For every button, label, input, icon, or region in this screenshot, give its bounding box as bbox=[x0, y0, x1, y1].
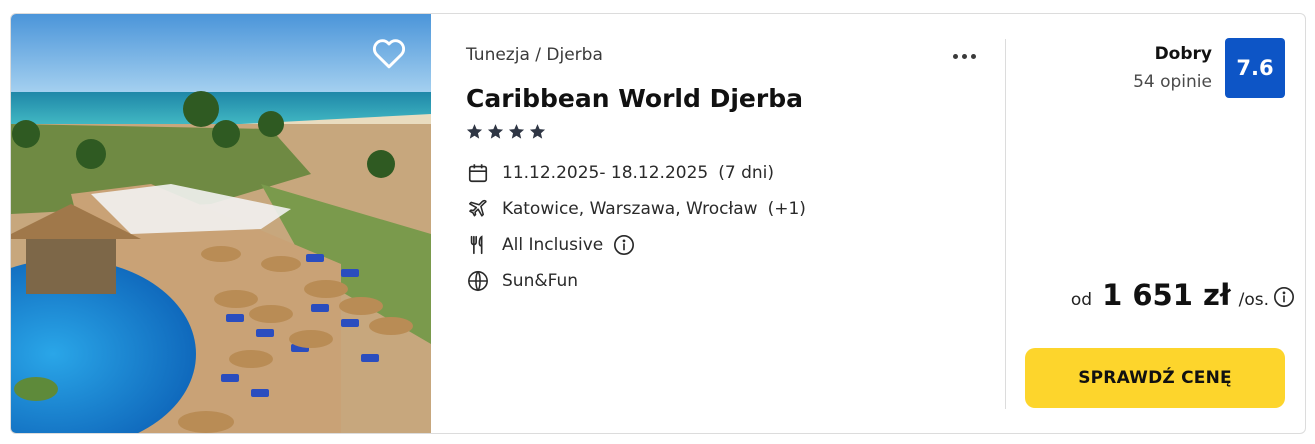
more-airports-badge[interactable]: (+1) bbox=[768, 199, 806, 219]
travel-dates: 11.12.2025- 18.12.2025 bbox=[502, 163, 709, 183]
hotel-photo[interactable] bbox=[11, 14, 431, 433]
star-icon bbox=[487, 124, 504, 139]
rating-label: Dobry bbox=[1154, 44, 1212, 64]
departure-airports: Katowice, Warszawa, Wrocław bbox=[502, 199, 758, 219]
column-divider bbox=[1005, 39, 1006, 409]
airplane-icon bbox=[466, 197, 490, 221]
theme-row: Sun&Fun bbox=[466, 269, 578, 293]
departures-row: Katowice, Warszawa, Wrocław (+1) bbox=[466, 197, 806, 221]
calendar-icon bbox=[466, 161, 490, 185]
more-dots-icon bbox=[952, 53, 976, 59]
star-icon bbox=[508, 124, 525, 139]
price-info-button[interactable] bbox=[1273, 286, 1295, 308]
price-unit: /os. bbox=[1238, 290, 1269, 310]
globe-icon bbox=[466, 269, 490, 293]
hotel-name[interactable]: Caribbean World Djerba bbox=[466, 84, 803, 113]
travel-dates-row: 11.12.2025- 18.12.2025 (7 dni) bbox=[466, 161, 774, 185]
price-prefix: od bbox=[1070, 290, 1093, 310]
check-price-button[interactable]: SPRAWDŹ CENĘ bbox=[1025, 348, 1285, 408]
board-type: All Inclusive bbox=[502, 235, 604, 255]
hotel-stars bbox=[466, 123, 546, 140]
trip-duration: (7 dni) bbox=[718, 163, 774, 183]
reviews-count[interactable]: 54 opinie bbox=[1133, 72, 1212, 92]
heart-icon bbox=[372, 39, 406, 69]
offer-card[interactable]: Tunezja / Djerba Caribbean World Djerba … bbox=[10, 13, 1306, 434]
cutlery-icon bbox=[466, 233, 490, 257]
location-breadcrumb[interactable]: Tunezja / Djerba bbox=[466, 45, 603, 65]
info-icon bbox=[614, 235, 635, 255]
offer-theme: Sun&Fun bbox=[502, 271, 578, 291]
more-options-button[interactable] bbox=[947, 46, 981, 66]
hotel-photo-image bbox=[11, 14, 431, 433]
rating-score-badge: 7.6 bbox=[1225, 38, 1285, 98]
board-info-button[interactable] bbox=[613, 234, 635, 256]
board-row: All Inclusive bbox=[466, 233, 635, 257]
star-icon bbox=[466, 124, 483, 139]
info-icon bbox=[1274, 287, 1294, 307]
price-amount: 1 651 zł bbox=[1102, 278, 1231, 312]
favorite-button[interactable] bbox=[370, 34, 408, 72]
star-icon bbox=[529, 124, 546, 139]
price-block: od 1 651 zł /os. bbox=[1071, 278, 1295, 312]
